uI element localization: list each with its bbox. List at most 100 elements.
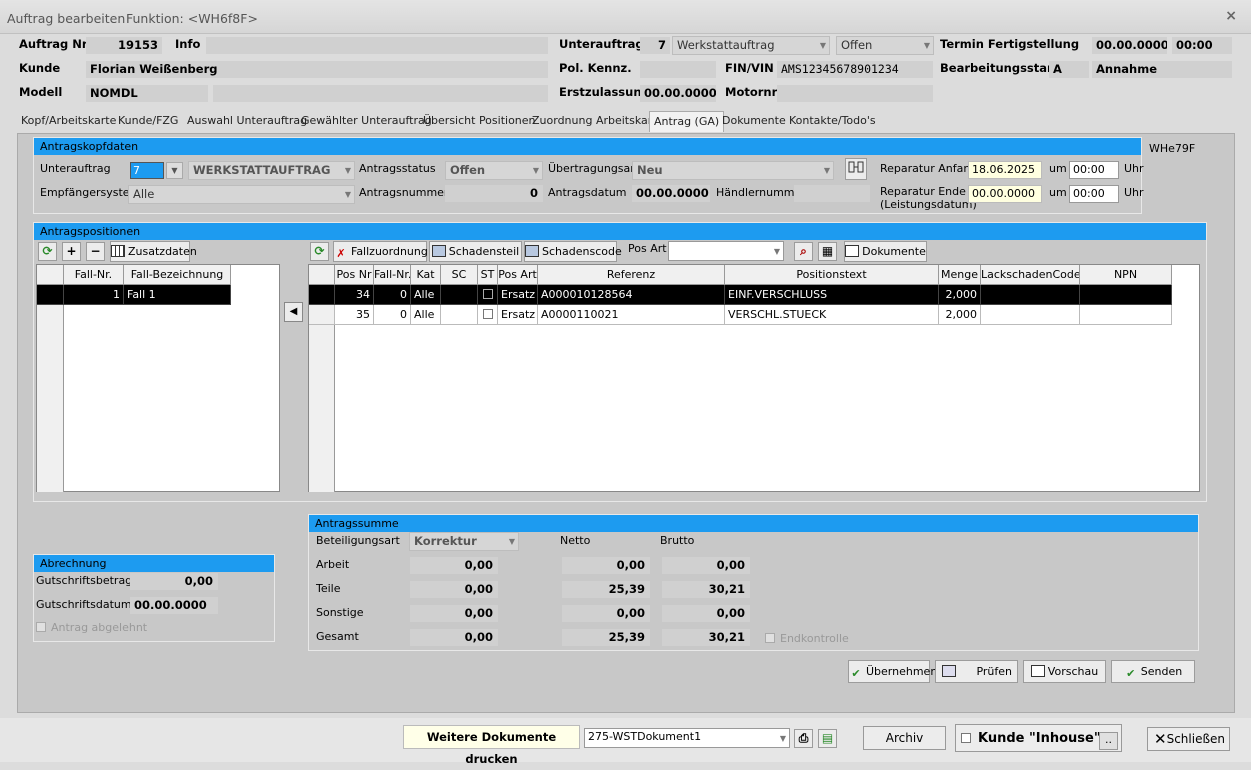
window-function: Funktion: <WH6f8F> (126, 11, 258, 26)
kopf-uebertragung-label: Übertragungsart (548, 162, 640, 175)
inhouse-check-icon[interactable] (961, 733, 971, 743)
modell-label: Modell (19, 85, 63, 99)
st-checkbox[interactable] (482, 309, 493, 319)
pos-cell-st[interactable] (478, 305, 498, 325)
close-x-icon: ✕ (1154, 730, 1167, 748)
pos-cell-st[interactable] (478, 285, 498, 305)
fall-header-bez: Fall-Bezeichnung (124, 265, 231, 285)
tab-auswahl-unterauftrag[interactable]: Auswahl Unterauftrag (187, 114, 307, 127)
inhouse-label: Kunde "Inhouse" (978, 731, 1101, 746)
pos-header-art: Pos Art (498, 265, 538, 285)
refresh-positions-icon[interactable]: ⟳ (310, 242, 329, 261)
grid-icon (111, 245, 125, 257)
schliessen-button[interactable]: ✕ Schließen (1147, 727, 1230, 751)
kopf-settings-icon[interactable] (845, 158, 867, 180)
unterauftrag-nr: 7 (640, 37, 670, 54)
pos-row-indicator (309, 305, 335, 325)
tab-kunde[interactable]: Kunde/FZG (118, 114, 178, 127)
kopf-unterauftrag-select[interactable]: 7 (130, 162, 164, 179)
tab-dokumente[interactable]: Dokumente (722, 114, 786, 127)
fall-row-gutter (37, 305, 64, 492)
pruefen-button[interactable]: Prüfen (935, 660, 1018, 683)
pos-cell-menge: 2,000 (939, 285, 981, 305)
tab-uebersicht-positionen[interactable]: Übersicht Positionen (423, 114, 536, 127)
pos-header-lackschaden: LackschadenCode (981, 265, 1080, 285)
kopf-rep-anfang-field[interactable]: 18.06.2025 (968, 161, 1042, 179)
motornr-label: Motornr (725, 85, 778, 99)
pos-cell-lackschaden (981, 285, 1080, 305)
abgelehnt-check-icon[interactable] (36, 622, 46, 632)
summe-sonstige-netto: 0,00 (562, 605, 650, 622)
inhouse-more-button[interactable]: .. (1099, 732, 1118, 750)
kopf-rep-ende-zeit[interactable]: 00:00 (1069, 185, 1119, 203)
motornr-value (777, 85, 933, 102)
kopf-unterauftrag-label: Unterauftrag (40, 162, 111, 175)
erstzulassung-value: 00.00.0000 (640, 85, 716, 102)
move-left-icon[interactable]: ◀ (284, 302, 303, 322)
vorschau-button[interactable]: Vorschau (1023, 660, 1106, 683)
posart-combo[interactable]: ▼ (668, 241, 784, 261)
kopf-uebertragung-combo[interactable]: Neu ▼ (632, 161, 834, 180)
dokumente-button[interactable]: Dokumente (844, 241, 927, 262)
preview-icon (1030, 665, 1045, 677)
pos-cell-positionstext: EINF.VERSCHLUSS (725, 285, 939, 305)
info-field[interactable] (206, 37, 548, 54)
beteiligung-combo[interactable]: Korrektur ▼ (409, 532, 519, 551)
tab-kontakte[interactable]: Kontakte/Todo's (789, 114, 876, 127)
code-icon (525, 245, 539, 257)
kopf-nummer-value: 0 (445, 185, 543, 202)
dokument-combo[interactable]: 275-WSTDokument1 ▼ (584, 728, 790, 748)
zusatzdaten-button[interactable]: Zusatzdaten (110, 241, 197, 262)
tab-kopf[interactable]: Kopf/Arbeitskarte (21, 114, 116, 127)
kopf-empfaenger-combo[interactable]: Alle ▼ (128, 185, 355, 204)
tab-gewaehlter-unterauftrag[interactable]: Gewählter Unterauftrag (301, 114, 432, 127)
archiv-button[interactable]: Archiv (863, 726, 946, 750)
fin-label: FIN/VIN (725, 61, 774, 75)
pos-header-sc: SC (441, 265, 478, 285)
close-icon[interactable]: × (1225, 8, 1237, 24)
pos-cell-nr: 35 (335, 305, 374, 325)
kopf-status-combo[interactable]: Offen ▼ (445, 161, 543, 180)
print-icon[interactable]: ⎙ (794, 729, 813, 748)
table-icon[interactable]: ▦ (818, 242, 837, 261)
refresh-icon[interactable]: ⟳ (38, 242, 57, 261)
calculator-icon (942, 665, 956, 677)
fallzuordnung-button[interactable]: ✗ Fallzuordnung (333, 241, 428, 262)
schadensteil-button[interactable]: Schadensteil (429, 241, 522, 262)
tab-zuordnung-arbeitskarte[interactable]: Zuordnung Arbeitskarte (532, 114, 663, 127)
bearbeitungsstand-value: A (1049, 61, 1089, 78)
kopf-datum-label: Antragsdatum (548, 186, 627, 199)
summe-arbeit-netto: 0,00 (562, 557, 650, 574)
antrag-abgelehnt-checkbox[interactable]: Antrag abgelehnt (36, 621, 147, 634)
kopf-unterauftrag-text-combo[interactable]: WERKSTATTAUFTRAG ▼ (188, 161, 355, 180)
endkontrolle-check-icon[interactable] (765, 633, 775, 643)
schadenscode-button[interactable]: Schadenscode (524, 241, 622, 262)
kopf-rep-ende-sublabel: (Leistungsdatum) (880, 198, 977, 211)
positions-grid: Pos Nr Fall-Nr. Kat SC ST Pos Art Refere… (308, 264, 1200, 492)
search-icon[interactable]: ⌕ (794, 242, 813, 261)
endkontrolle-checkbox[interactable]: Endkontrolle (765, 632, 849, 645)
part-icon (431, 245, 446, 257)
kopf-unterauftrag-dropdown-icon[interactable]: ▼ (166, 162, 183, 179)
kopf-rep-anfang-zeit[interactable]: 00:00 (1069, 161, 1119, 179)
inhouse-checkbox[interactable] (961, 732, 971, 745)
add-icon[interactable]: + (62, 242, 81, 261)
auftrag-nr-label: Auftrag Nr (19, 37, 88, 51)
weitere-dokumente-button[interactable]: Weitere Dokumente drucken (403, 725, 580, 766)
st-checkbox[interactable] (482, 289, 493, 299)
senden-button[interactable]: ✔ Senden (1111, 660, 1195, 683)
kopf-status-label: Antragsstatus (359, 162, 436, 175)
header-panel: Auftrag Nr 19153 Info Kunde Florian Weiß… (0, 34, 1251, 110)
kopf-empfaenger-label: Empfängersystem (40, 186, 141, 199)
tab-antrag[interactable]: Antrag (GA) (649, 111, 725, 132)
print-all-icon[interactable]: ▤ (818, 729, 837, 748)
summe-sonstige-brutto: 0,00 (662, 605, 750, 622)
fall-cell-bez: Fall 1 (124, 285, 231, 305)
tab-bar: Kopf/Arbeitskarte Kunde/FZG Auswahl Unte… (17, 111, 1235, 133)
uebernehmen-button[interactable]: ✔ Übernehmen (848, 660, 937, 683)
unterauftrag-status-combo[interactable]: Offen ▼ (836, 36, 934, 55)
kopf-haendler-value (794, 185, 870, 202)
unterauftrag-art-combo[interactable]: Werkstattauftrag ▼ (672, 36, 830, 55)
kopf-rep-ende-field[interactable]: 00.00.0000 (968, 185, 1042, 203)
remove-icon[interactable]: − (86, 242, 105, 261)
